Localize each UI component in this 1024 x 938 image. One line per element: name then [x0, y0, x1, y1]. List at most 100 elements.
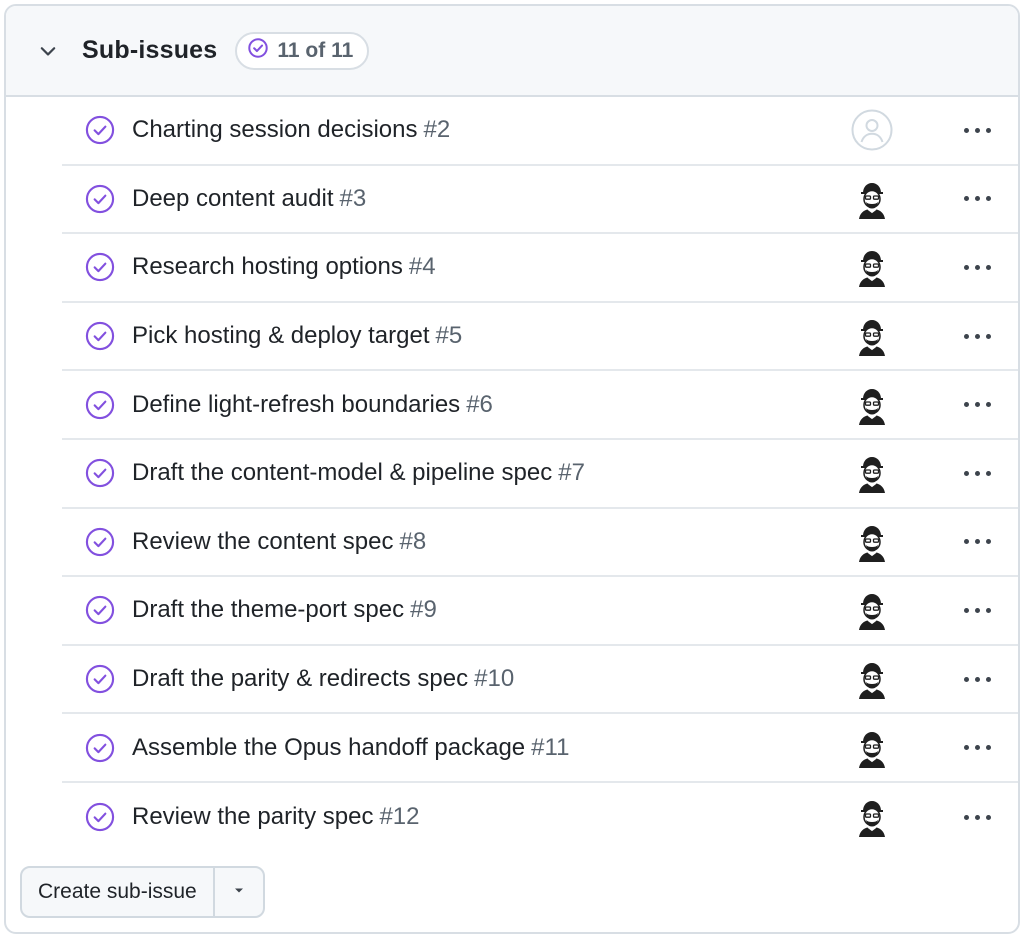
assignee-avatar[interactable]	[850, 314, 894, 358]
panel-header: Sub-issues 11 of 11	[6, 6, 1018, 97]
sub-issue-link[interactable]: Research hosting options #4	[132, 253, 436, 281]
counter-text: 11 of 11	[277, 38, 354, 62]
closed-issue-icon	[84, 594, 116, 626]
sub-issue-row[interactable]: Pick hosting & deploy target #5	[62, 303, 1018, 372]
footer: Create sub-issue	[20, 866, 265, 918]
closed-issue-icon	[84, 663, 116, 695]
sub-issue-row[interactable]: Draft the content-model & pipeline spec #…	[62, 440, 1018, 509]
sub-issue-link[interactable]: Charting session decisions #2	[132, 116, 450, 144]
sub-issue-title: Draft the theme-port spec	[132, 596, 405, 624]
more-horizontal-icon	[963, 264, 991, 270]
caret-down-icon	[231, 882, 247, 903]
sub-issue-link[interactable]: Define light-refresh boundaries #6	[132, 391, 493, 419]
more-horizontal-icon	[963, 745, 991, 751]
sub-issue-number: #11	[531, 733, 570, 761]
sub-issue-title: Assemble the Opus handoff package	[132, 733, 526, 761]
sub-issue-number: #5	[435, 322, 463, 350]
assignee-avatar[interactable]	[850, 383, 894, 427]
sub-issue-link[interactable]: Draft the content-model & pipeline spec #…	[132, 459, 585, 487]
sub-issue-row[interactable]: Draft the parity & redirects spec #10	[62, 646, 1018, 715]
sub-issues-panel: Sub-issues 11 of 11 Charting session dec…	[4, 4, 1020, 934]
sub-issue-link[interactable]: Deep content audit #3	[132, 185, 366, 213]
check-circle-icon	[247, 37, 269, 64]
kebab-menu-button[interactable]	[942, 524, 1012, 560]
assignee-avatar[interactable]	[850, 520, 894, 564]
sub-issue-row[interactable]: Review the content spec #8	[62, 509, 1018, 578]
assignee-avatar[interactable]	[850, 245, 894, 289]
kebab-menu-button[interactable]	[942, 318, 1012, 354]
kebab-menu-button[interactable]	[942, 661, 1012, 697]
closed-issue-icon	[84, 526, 116, 558]
more-horizontal-icon	[963, 127, 991, 133]
sub-issue-number: #7	[558, 459, 585, 487]
kebab-menu-button[interactable]	[942, 730, 1012, 766]
sub-issue-link[interactable]: Draft the theme-port spec #9	[132, 596, 437, 624]
sub-issue-link[interactable]: Review the content spec #8	[132, 528, 426, 556]
kebab-menu-button[interactable]	[942, 181, 1012, 217]
sub-issue-number: #2	[423, 116, 451, 144]
create-sub-issue-group: Create sub-issue	[20, 866, 265, 918]
more-horizontal-icon	[963, 470, 991, 476]
more-horizontal-icon	[963, 814, 991, 820]
sub-issue-number: #8	[399, 527, 427, 555]
sub-issue-row[interactable]: Draft the theme-port spec #9	[62, 577, 1018, 646]
assignee-avatar[interactable]	[850, 177, 894, 221]
sub-issue-link[interactable]: Review the parity spec #12	[132, 803, 420, 831]
closed-issue-icon	[84, 114, 116, 146]
sub-issue-row[interactable]: Deep content audit #3	[62, 166, 1018, 235]
assignee-avatar[interactable]	[850, 451, 894, 495]
sub-issue-link[interactable]: Assemble the Opus handoff package #11	[132, 734, 569, 762]
sub-issue-number: #4	[408, 253, 436, 281]
assignee-avatar[interactable]	[850, 588, 894, 632]
more-horizontal-icon	[963, 676, 991, 682]
closed-issue-icon	[84, 732, 116, 764]
assignee-avatar[interactable]	[850, 657, 894, 701]
sub-issue-number: #10	[474, 665, 515, 693]
sub-issue-title: Pick hosting & deploy target	[132, 322, 430, 350]
sub-issue-title: Define light-refresh boundaries	[132, 390, 461, 418]
sub-issue-row[interactable]: Research hosting options #4	[62, 234, 1018, 303]
sub-issue-row[interactable]: Assemble the Opus handoff package #11	[62, 714, 1018, 783]
kebab-menu-button[interactable]	[942, 387, 1012, 423]
sub-issue-number: #9	[410, 596, 437, 624]
unassigned-avatar-icon[interactable]	[850, 108, 894, 152]
kebab-menu-button[interactable]	[942, 112, 1012, 148]
assignee-avatar[interactable]	[850, 795, 894, 839]
sub-issue-number: #12	[379, 803, 420, 831]
sub-issue-title: Review the parity spec	[132, 803, 374, 831]
sub-issue-link[interactable]: Draft the parity & redirects spec #10	[132, 665, 514, 693]
kebab-menu-button[interactable]	[942, 799, 1012, 835]
sub-issue-row[interactable]: Charting session decisions #2	[62, 97, 1018, 166]
kebab-menu-button[interactable]	[942, 455, 1012, 491]
sub-issue-row[interactable]: Review the parity spec #12	[62, 783, 1018, 852]
more-horizontal-icon	[963, 539, 991, 545]
progress-counter: 11 of 11	[235, 31, 370, 70]
closed-issue-icon	[84, 389, 116, 421]
closed-issue-icon	[84, 801, 116, 833]
chevron-down-icon[interactable]	[34, 37, 62, 65]
more-horizontal-icon	[963, 402, 991, 408]
sub-issue-list: Charting session decisions #2 Deep content…	[6, 97, 1018, 852]
closed-issue-icon	[84, 183, 116, 215]
more-horizontal-icon	[963, 607, 991, 613]
sub-issue-title: Charting session decisions	[132, 116, 418, 144]
sub-issue-title: Review the content spec	[132, 527, 394, 555]
sub-issue-title: Draft the content-model & pipeline spec	[132, 459, 553, 487]
assignee-avatar[interactable]	[850, 726, 894, 770]
sub-issue-number: #6	[466, 390, 493, 418]
create-sub-issue-button[interactable]: Create sub-issue	[22, 868, 213, 916]
sub-issue-title: Research hosting options	[132, 253, 403, 281]
sub-issue-number: #3	[339, 184, 367, 212]
more-horizontal-icon	[963, 333, 991, 339]
more-horizontal-icon	[963, 196, 991, 202]
kebab-menu-button[interactable]	[942, 249, 1012, 285]
kebab-menu-button[interactable]	[942, 592, 1012, 628]
sub-issue-title: Deep content audit	[132, 184, 334, 212]
closed-issue-icon	[84, 457, 116, 489]
closed-issue-icon	[84, 251, 116, 283]
sub-issue-row[interactable]: Define light-refresh boundaries #6	[62, 371, 1018, 440]
sub-issue-title: Draft the parity & redirects spec	[132, 665, 469, 693]
sub-issue-link[interactable]: Pick hosting & deploy target #5	[132, 322, 462, 350]
create-options-dropdown-button[interactable]	[212, 868, 263, 916]
panel-title: Sub-issues	[82, 36, 218, 64]
